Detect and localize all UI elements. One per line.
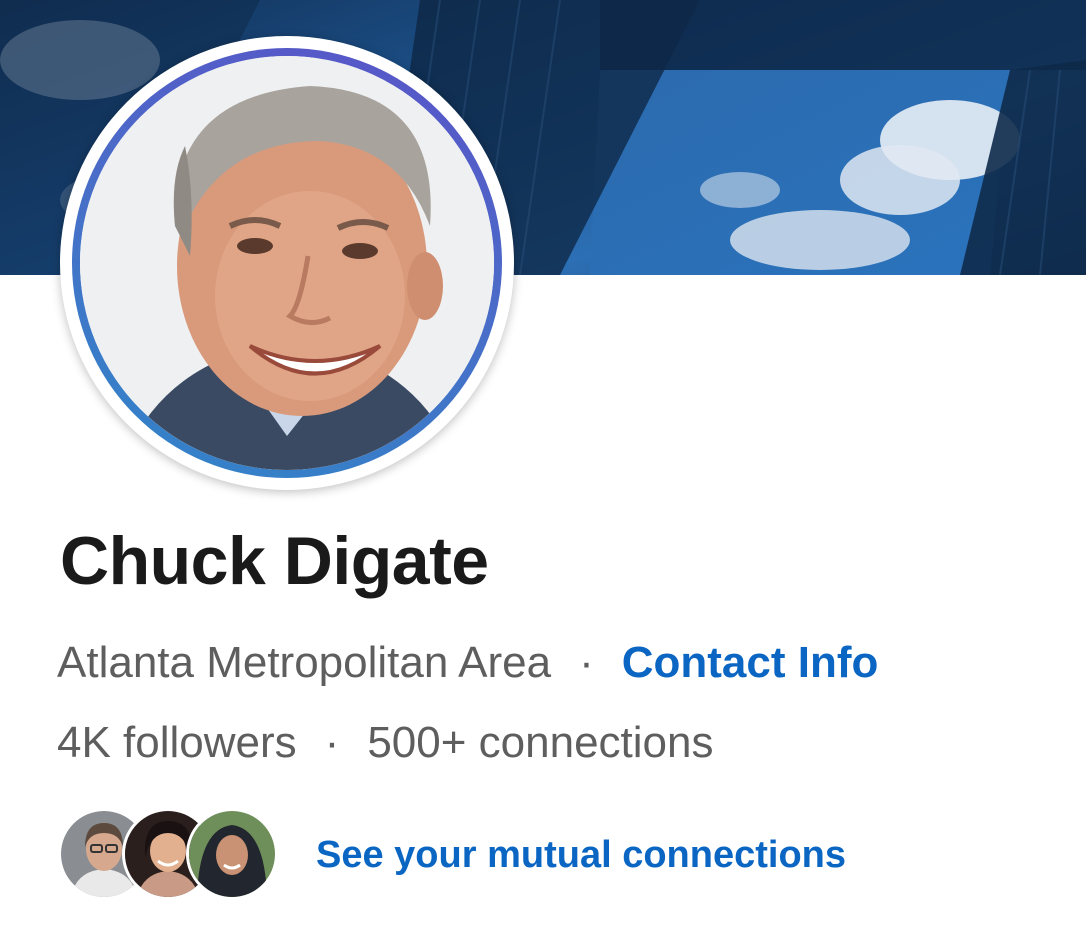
mutual-avatar-3 xyxy=(186,808,278,900)
mutual-connections[interactable]: See your mutual connections xyxy=(58,806,846,902)
network-stats-line: 4K followers · 500+ connections xyxy=(57,718,713,768)
person-avatar-icon xyxy=(189,811,275,897)
profile-card: Chuck Digate Atlanta Metropolitan Area ·… xyxy=(0,0,1086,930)
profile-name: Chuck Digate xyxy=(60,523,489,599)
profile-photo xyxy=(80,56,494,470)
connections-count: 500+ connections xyxy=(367,718,714,767)
mutual-avatars xyxy=(58,806,283,902)
location-line: Atlanta Metropolitan Area · Contact Info xyxy=(57,638,878,688)
open-to-work-ring xyxy=(72,48,502,478)
mutual-connections-link[interactable]: See your mutual connections xyxy=(316,834,846,877)
followers-count: 4K followers xyxy=(57,718,297,767)
person-portrait-icon xyxy=(80,56,494,470)
separator-dot: · xyxy=(579,638,594,687)
profile-avatar[interactable] xyxy=(60,36,514,490)
contact-info-link[interactable]: Contact Info xyxy=(622,638,879,688)
separator-dot: · xyxy=(324,718,340,767)
profile-location: Atlanta Metropolitan Area xyxy=(57,638,552,687)
